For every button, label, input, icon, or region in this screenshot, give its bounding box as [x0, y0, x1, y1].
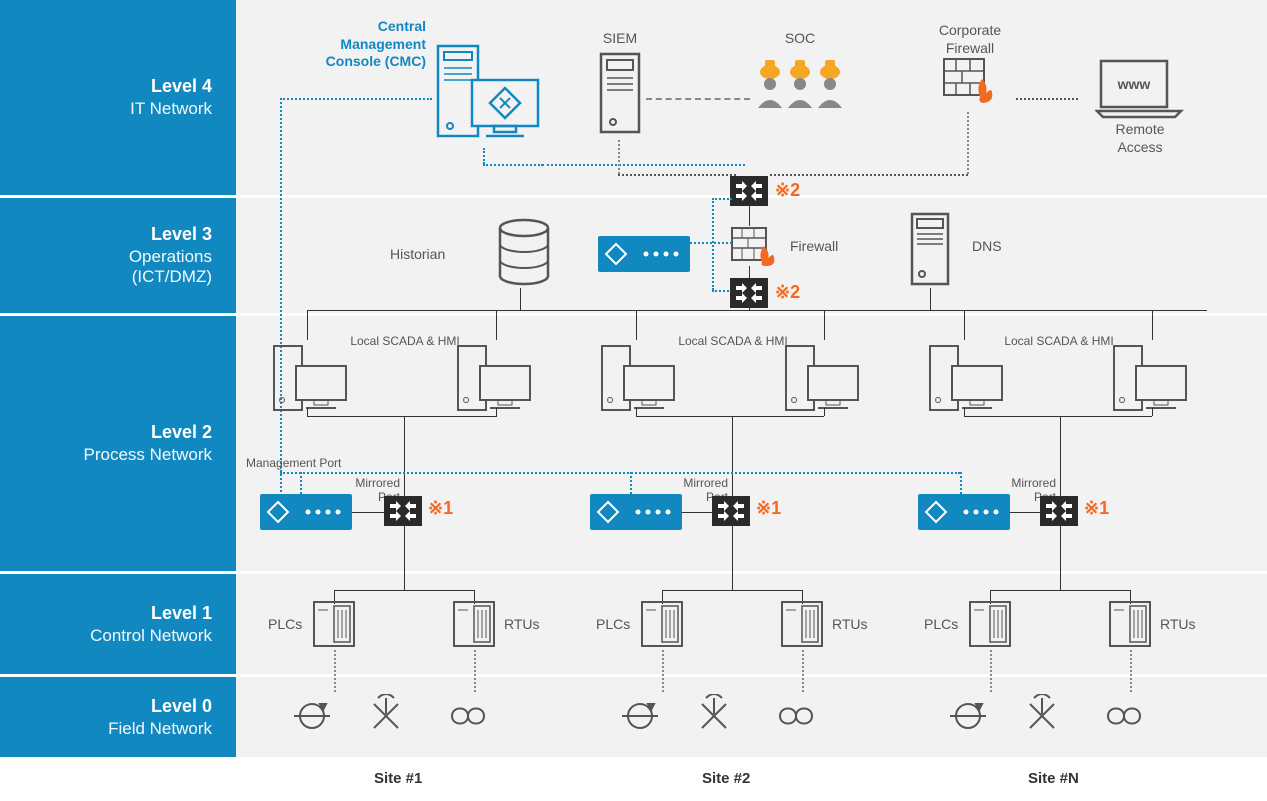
rtus-n: RTUs [1160, 616, 1196, 634]
mgmt-port-1: Management Port [246, 456, 341, 470]
switch-1 [384, 496, 422, 531]
ref1-n: ※1 [1084, 498, 1109, 519]
scada-left-n [926, 340, 1006, 425]
sensor-l3 [598, 236, 690, 272]
historian: Historian [464, 218, 584, 288]
firewall-l3 [730, 226, 778, 268]
rtu-icon-2 [778, 598, 826, 655]
corp-firewall: Corporate Firewall [910, 22, 1030, 105]
soc: SOC [740, 30, 860, 118]
rtu-icon-n [1106, 598, 1154, 655]
site-2-label: Site #2 [702, 770, 750, 787]
plc-icon-1 [310, 598, 358, 655]
scada-right-n [1110, 340, 1190, 425]
switch-n [1040, 496, 1078, 531]
conn-siem-d [618, 140, 620, 174]
sensor-n [918, 494, 1010, 535]
plc-icon-n [966, 598, 1014, 655]
field-2 [618, 694, 838, 743]
plcs-1: PLCs [268, 616, 302, 634]
d3a [964, 310, 965, 340]
firewall-l3-label: Firewall [790, 238, 838, 256]
svg-text:www: www [1117, 76, 1151, 92]
s1-down [404, 526, 405, 590]
sensor-2 [590, 494, 682, 535]
ref2-top: ※2 [775, 180, 800, 201]
conn-fw-remote [1016, 98, 1078, 100]
conn-cmc-left-v [280, 98, 282, 504]
cmc-label: Central Management Console (CMC) [286, 18, 426, 71]
level-1-label: Level 1Control Network [0, 574, 236, 674]
sensor-1 [260, 494, 352, 535]
plcs-n: PLCs [924, 616, 958, 634]
siem: SIEM [580, 30, 660, 138]
site-1-label: Site #1 [374, 770, 422, 787]
rtu-icon-1 [450, 598, 498, 655]
conn-sw-fw-v1 [749, 206, 750, 226]
conn-sensor-sw-v [712, 198, 714, 290]
level-4-label: Level 4IT Network [0, 0, 236, 195]
plcs-2: PLCs [596, 616, 630, 634]
d2b [824, 310, 825, 340]
ref2-bot: ※2 [775, 282, 800, 303]
scada-label-n: Local SCADA & HMI [1004, 334, 1114, 348]
remote-access: www Remote Access [1070, 55, 1210, 156]
d3b [1152, 310, 1153, 340]
conn-cfw-h [770, 174, 968, 176]
switch-top [730, 176, 768, 206]
conn-cmc-d2 [483, 164, 543, 166]
dns [890, 210, 970, 288]
conn-cmc-sw [542, 164, 745, 166]
conn-sensor-fw-h1 [690, 242, 732, 244]
sw-drop [749, 306, 750, 310]
s1-join [307, 416, 497, 417]
conn-siem-soc [646, 98, 750, 100]
switch-l3 [730, 278, 768, 308]
plc-icon-2 [638, 598, 686, 655]
d1a [307, 310, 308, 340]
level-3-label: Level 3Operations(ICT/DMZ) [0, 198, 236, 313]
field-1 [290, 694, 510, 743]
rtus-1: RTUs [504, 616, 540, 634]
conn-cmc-left-h [280, 98, 432, 100]
scada-label-1: Local SCADA & HMI [350, 334, 460, 348]
conn-sensor-swb [712, 290, 732, 292]
level-0-label: Level 0Field Network [0, 677, 236, 757]
scada-right-2 [782, 340, 862, 425]
mgmt-bus [280, 472, 960, 474]
diagram-root: Level 4IT Network Level 3Operations(ICT/… [0, 0, 1267, 801]
conn-cfw-v [967, 112, 969, 174]
ref1-1: ※1 [428, 498, 453, 519]
field-n [946, 694, 1166, 743]
scada-left-1 [270, 340, 350, 425]
s1-sens-sw [352, 512, 384, 513]
scada-left-2 [598, 340, 678, 425]
conn-siem-h [618, 174, 736, 176]
hist-drop [520, 288, 521, 310]
switch-2 [712, 496, 750, 531]
dns-drop [930, 288, 931, 310]
d1b [496, 310, 497, 340]
scada-right-1 [454, 340, 534, 425]
rtus-2: RTUs [832, 616, 868, 634]
level-2-label: Level 2Process Network [0, 316, 236, 571]
conn-sensor-swt [712, 198, 732, 200]
ref1-2: ※1 [756, 498, 781, 519]
site-n-label: Site #N [1028, 770, 1079, 787]
s1-mid [404, 416, 405, 496]
cmc-icon [432, 40, 542, 150]
scada-label-2: Local SCADA & HMI [678, 334, 788, 348]
conn-cmc-d [483, 148, 485, 164]
bus-l3 [307, 310, 1207, 311]
d2a [636, 310, 637, 340]
dns-label: DNS [972, 238, 1002, 256]
